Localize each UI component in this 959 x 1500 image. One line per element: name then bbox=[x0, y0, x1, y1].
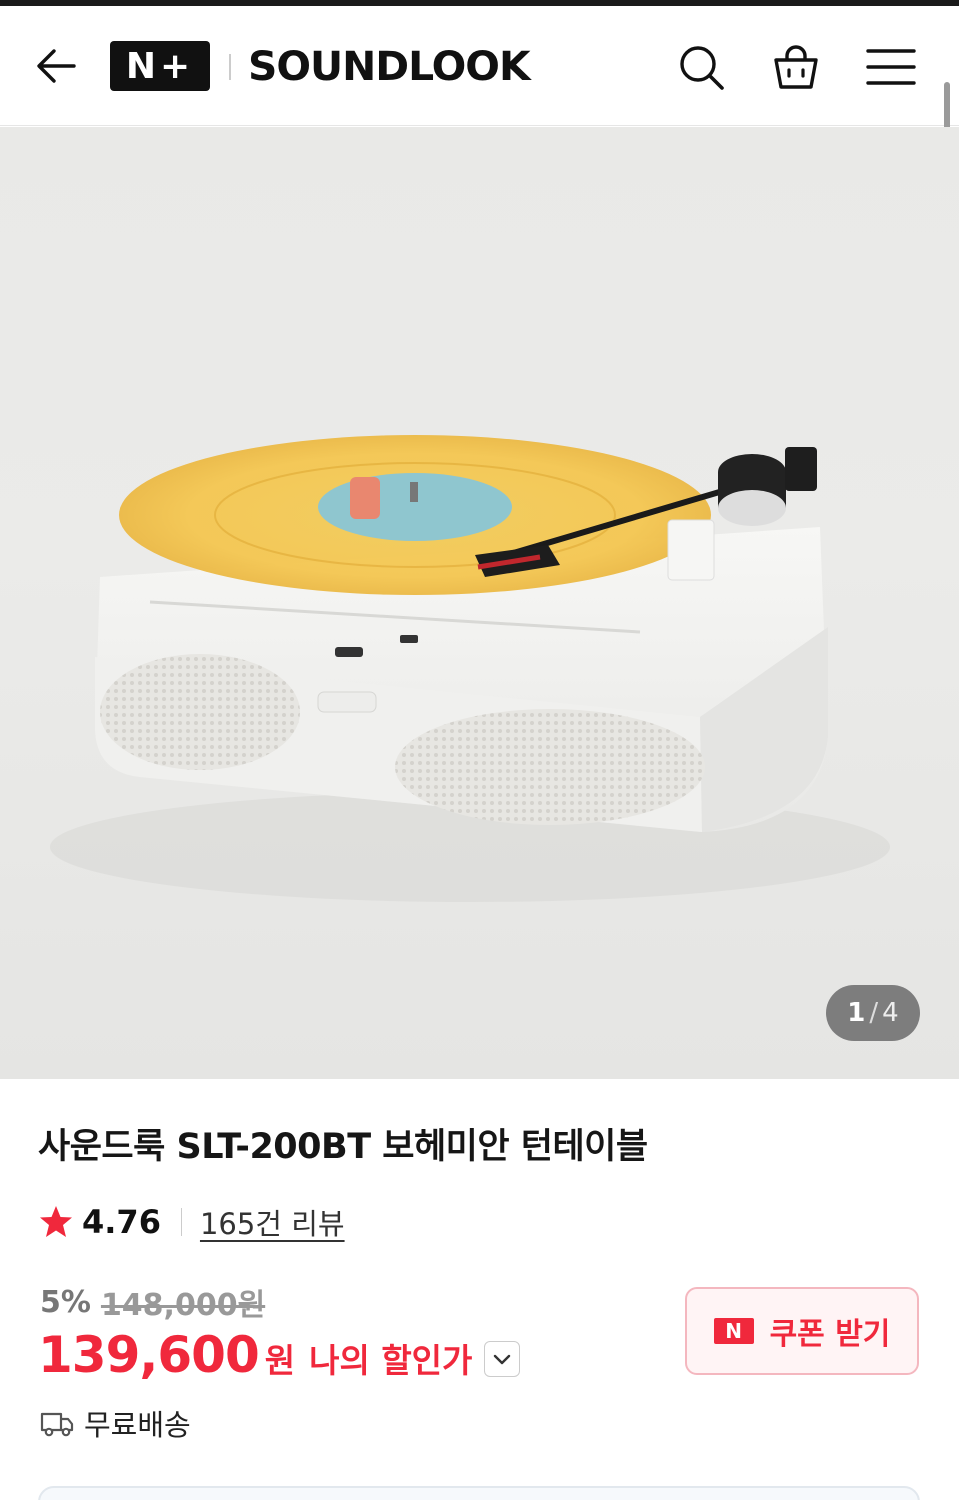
search-button[interactable] bbox=[676, 42, 726, 92]
coupon-download-button[interactable]: N 쿠폰 받기 bbox=[685, 1287, 919, 1375]
currency-label: 원 bbox=[264, 1341, 296, 1380]
my-discount-price-label[interactable]: 나의 할인가 bbox=[309, 1334, 472, 1382]
original-price-row: 5% 148,000원 bbox=[40, 1280, 265, 1324]
menu-button[interactable] bbox=[866, 42, 916, 92]
shipping-row: 무료배송 bbox=[40, 1402, 191, 1444]
brand-logo[interactable]: SOUNDLOOK bbox=[248, 42, 531, 92]
rating-value: 4.76 bbox=[82, 1203, 161, 1241]
header-divider bbox=[229, 54, 231, 80]
gallery-counter-separator: / bbox=[869, 998, 879, 1028]
coupon-label: 쿠폰 받기 bbox=[769, 1317, 891, 1352]
sale-price-row: 139,600 원 나의 할인가 bbox=[38, 1326, 521, 1384]
search-icon bbox=[680, 46, 724, 90]
arrow-left-icon bbox=[37, 49, 76, 83]
review-count-link[interactable]: 165건 리뷰 bbox=[200, 1201, 345, 1243]
sale-price: 139,600 bbox=[38, 1326, 260, 1384]
gallery-current-index: 1 bbox=[847, 998, 866, 1028]
product-title: 사운드룩 SLT-200BT 보헤미안 턴테이블 bbox=[38, 1127, 648, 1167]
naver-coupon-badge: N bbox=[713, 1318, 754, 1344]
app-header: N+ SOUNDLOOK bbox=[0, 6, 959, 126]
hamburger-menu-icon bbox=[866, 49, 916, 85]
star-icon bbox=[40, 1206, 72, 1237]
back-button[interactable] bbox=[32, 42, 80, 90]
discount-rate: 5% bbox=[40, 1284, 91, 1320]
free-shipping-label: 무료배송 bbox=[84, 1408, 191, 1442]
naver-plus-logo[interactable]: N+ bbox=[110, 41, 210, 91]
chevron-down-icon bbox=[494, 1354, 511, 1365]
gallery-total-count: 4 bbox=[882, 998, 899, 1028]
info-card-partial bbox=[38, 1486, 920, 1500]
rating-row: 4.76 165건 리뷰 bbox=[38, 1200, 345, 1244]
shopping-bag-icon bbox=[774, 45, 818, 89]
brand-name: SOUNDLOOK bbox=[248, 44, 531, 90]
product-image-gallery[interactable]: 1/4 bbox=[0, 127, 959, 1079]
truck-icon bbox=[40, 1412, 74, 1437]
turntable-product-image bbox=[50, 435, 890, 902]
my-price-expand-button[interactable] bbox=[484, 1341, 521, 1377]
rating-divider bbox=[180, 1208, 182, 1236]
gallery-page-counter: 1/4 bbox=[826, 985, 920, 1041]
naver-plus-logo-text: N+ bbox=[125, 45, 195, 87]
cart-button[interactable] bbox=[771, 42, 821, 92]
original-price: 148,000원 bbox=[100, 1288, 266, 1323]
